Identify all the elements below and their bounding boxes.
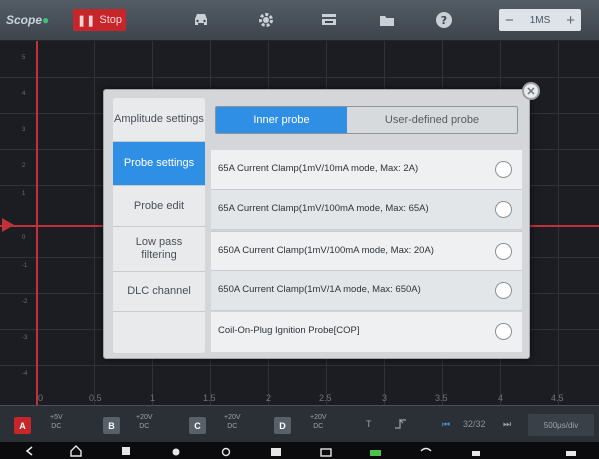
battery-icon (370, 450, 381, 456)
signal-icon (472, 451, 480, 456)
first-page-icon[interactable]: ⏮ (442, 419, 450, 430)
camera-icon[interactable] (170, 445, 182, 457)
probe-option[interactable]: Coil-On-Plug Ignition Probe[COP] (211, 312, 522, 352)
tab-inner-probe[interactable]: Inner probe (216, 107, 347, 133)
y-tick-label: -1 (22, 263, 28, 269)
y-tick-label: -2 (22, 299, 28, 305)
tab-user-defined-probe[interactable]: User-defined probe (347, 107, 517, 133)
x-tick-label: 2.5 (319, 393, 332, 403)
app-logo: Scope● (6, 13, 50, 27)
y-tick-label: -4 (22, 371, 28, 377)
y-axis (36, 41, 38, 406)
y-tick-label: -3 (22, 335, 28, 341)
probe-option-label: 650A Current Clamp(1mV/1A mode, Max: 650… (218, 284, 421, 295)
sidebar-item-amplitude-settings[interactable]: Amplitude settings (113, 98, 205, 142)
vci-icon[interactable] (220, 445, 232, 457)
y-tick-label: 4 (22, 91, 26, 97)
wifi-icon (420, 447, 432, 452)
close-icon[interactable]: ✕ (522, 82, 540, 100)
y-tick-label: 1 (22, 191, 26, 197)
stop-button[interactable]: ❚❚ Stop (73, 9, 126, 31)
gallery-icon[interactable] (320, 445, 332, 457)
probe-option-label: 650A Current Clamp(1mV/100mA mode, Max: … (218, 245, 434, 256)
probe-settings-panel: Inner probe User-defined probe 65A Curre… (211, 98, 522, 353)
sidebar-item-probe-edit[interactable]: Probe edit (113, 186, 205, 227)
x-tick-label: 4.5 (551, 393, 564, 403)
channel-c-button[interactable]: C (189, 417, 206, 434)
y-tick-label: 5 (22, 55, 26, 61)
channel-a-settings[interactable]: +5V DC (50, 413, 63, 431)
gear-icon[interactable] (255, 9, 277, 31)
x-tick-label: 1 (150, 393, 156, 403)
grid-line (0, 365, 599, 366)
timebase-minus-button[interactable]: − (505, 12, 514, 29)
grid-line (94, 41, 95, 406)
pause-icon: ❚❚ (76, 14, 96, 27)
rising-edge-icon[interactable] (395, 419, 411, 431)
probe-option[interactable]: 65A Current Clamp(1mV/100mA mode, Max: 6… (211, 190, 522, 230)
channel-d-settings[interactable]: +20V DC (310, 413, 327, 431)
probe-option[interactable]: 650A Current Clamp(1mV/1A mode, Max: 650… (211, 271, 522, 311)
home-icon[interactable] (70, 445, 82, 457)
timebase-control[interactable]: − 1MS + (499, 9, 581, 31)
help-icon[interactable]: ? (433, 9, 455, 31)
probe-option-label: Coil-On-Plug Ignition Probe[COP] (218, 325, 360, 336)
top-toolbar: Scope● ❚❚ Stop ? − 1MS + (0, 0, 599, 41)
probe-option[interactable]: 650A Current Clamp(1mV/100mA mode, Max: … (211, 231, 522, 271)
channel-b-button[interactable]: B (103, 417, 120, 434)
settings-sidebar: Amplitude settings Probe settings Probe … (113, 98, 205, 353)
probe-radio-button[interactable] (495, 323, 512, 340)
print-icon[interactable] (318, 9, 340, 31)
svg-text:?: ? (441, 14, 447, 27)
x-tick-label: 0.5 (89, 393, 102, 403)
probe-tabs: Inner probe User-defined probe (215, 106, 518, 134)
x-tick-label: 2 (266, 393, 272, 403)
y-tick-label: 3 (22, 127, 26, 133)
probe-radio-button[interactable] (495, 282, 512, 299)
probe-settings-dialog: Amplitude settings Probe settings Probe … (103, 89, 530, 359)
x-tick-label: 3.5 (435, 393, 448, 403)
channel-bar: A +5V DC B +20V DC C +20V DC D +20V DC T ⏮ 3… (0, 405, 599, 443)
timebase-value: 1MS (529, 14, 551, 26)
probe-radio-button[interactable] (495, 161, 512, 178)
channel-a-button[interactable]: A (14, 417, 31, 434)
channel-d-button[interactable]: D (274, 417, 291, 434)
sidebar-item-dlc-channel[interactable]: DLC channel (113, 272, 205, 312)
channel-a-zero-marker[interactable] (2, 218, 14, 232)
system-navigation-bar (0, 442, 599, 459)
x-tick-label: 4 (498, 393, 504, 403)
stop-label: Stop (99, 14, 123, 26)
grid-line (558, 41, 559, 406)
y-tick-label: 0 (22, 235, 26, 241)
channel-c-settings[interactable]: +20V DC (224, 413, 241, 431)
back-icon[interactable] (24, 445, 36, 457)
probe-radio-button[interactable] (495, 201, 512, 218)
time-per-div-selector[interactable]: 500μs/div (528, 414, 594, 436)
x-tick-label: 0 (38, 393, 44, 403)
screenshot-icon[interactable] (270, 445, 282, 457)
channel-b-settings[interactable]: +20V DC (136, 413, 153, 431)
timebase-plus-button[interactable]: + (566, 12, 575, 29)
probe-option[interactable]: 65A Current Clamp(1mV/10mA mode, Max: 2A… (211, 150, 522, 190)
recent-apps-icon[interactable] (120, 445, 132, 457)
x-tick-label: 3 (382, 393, 388, 403)
probe-option-label: 65A Current Clamp(1mV/100mA mode, Max: 6… (218, 203, 429, 214)
y-tick-label: 2 (22, 163, 26, 169)
grid-line (0, 77, 599, 78)
probe-option-label: 65A Current Clamp(1mV/10mA mode, Max: 2A… (218, 163, 419, 174)
sidebar-item-low-pass-filtering[interactable]: Low pass filtering (113, 227, 205, 272)
sidebar-item-probe-settings[interactable]: Probe settings (113, 142, 205, 186)
scope-screen: Scope● ❚❚ Stop ? − 1MS + 5 4 3 2 1 0 -1 … (0, 0, 599, 459)
folder-icon[interactable] (376, 9, 398, 31)
last-page-icon[interactable]: ⏭ (503, 419, 511, 430)
page-indicator: 32/32 (463, 419, 486, 429)
trigger-button[interactable]: T (366, 419, 372, 429)
status-icon (566, 451, 576, 456)
probe-radio-button[interactable] (495, 243, 512, 260)
x-tick-label: 1.5 (203, 393, 216, 403)
car-icon[interactable] (190, 9, 212, 31)
